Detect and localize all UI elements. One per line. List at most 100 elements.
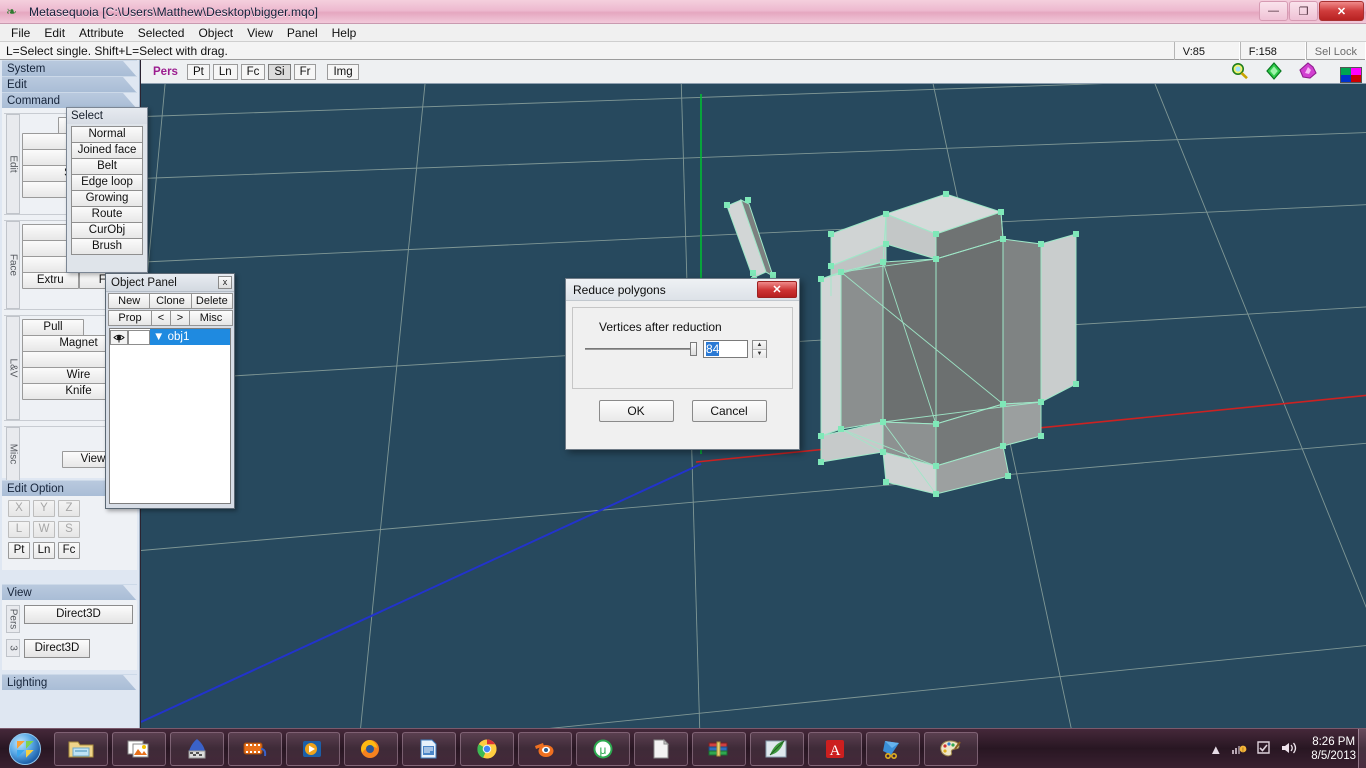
object-panel-close-button[interactable]: x — [218, 276, 232, 289]
edit-option-y[interactable]: Y — [33, 500, 55, 517]
select-route-button[interactable]: Route — [71, 206, 143, 223]
object-lock-cell[interactable] — [128, 329, 150, 345]
close-button[interactable]: ✕ — [1319, 1, 1364, 21]
select-brush-button[interactable]: Brush — [71, 238, 143, 255]
taskbar-item-libreoffice-writer[interactable] — [402, 731, 456, 766]
select-normal-button[interactable]: Normal — [71, 126, 143, 143]
command-group-misc-tab[interactable]: Misc — [6, 427, 20, 481]
object-next-button[interactable]: > — [170, 310, 190, 326]
object-list-item-label[interactable]: ▼ obj1 — [150, 329, 230, 345]
material-color-swatch[interactable] — [1340, 67, 1362, 83]
taskbar-item-adobe-reader[interactable]: A — [808, 731, 862, 766]
panel-header-command[interactable]: Command — [2, 92, 137, 109]
taskbar-item-utorrent[interactable]: μ — [576, 731, 630, 766]
view-pers-renderer-button[interactable]: Direct3D — [24, 605, 133, 624]
select-belt-button[interactable]: Belt — [71, 158, 143, 175]
object-delete-button[interactable]: Delete — [190, 293, 233, 309]
object-misc-button[interactable]: Misc — [189, 310, 233, 326]
taskbar-item-blender[interactable] — [518, 731, 572, 766]
command-group-edit-tab[interactable]: Edit — [6, 114, 20, 214]
taskbar-item-media-player[interactable] — [286, 731, 340, 766]
taskbar-item-libreoffice-start[interactable] — [634, 731, 688, 766]
vertices-value-input[interactable]: 84 — [703, 340, 748, 358]
menu-help[interactable]: Help — [325, 25, 364, 41]
edit-option-pt[interactable]: Pt — [8, 542, 30, 559]
object-prev-button[interactable]: < — [151, 310, 171, 326]
menu-object[interactable]: Object — [191, 25, 240, 41]
volume-icon[interactable] — [1281, 741, 1298, 758]
taskbar-item-movie-maker[interactable] — [228, 731, 282, 766]
show-hidden-icons-button[interactable]: ▲ — [1209, 742, 1222, 757]
action-center-icon[interactable] — [1256, 740, 1272, 758]
taskbar-item-windows-explorer[interactable] — [54, 731, 108, 766]
edit-option-x[interactable]: X — [8, 500, 30, 517]
sel-lock-toggle[interactable]: Sel Lock — [1305, 42, 1366, 60]
menu-edit[interactable]: Edit — [37, 25, 72, 41]
start-button[interactable] — [0, 730, 50, 768]
tab-fr[interactable]: Fr — [293, 63, 317, 80]
select-curobj-button[interactable]: CurObj — [71, 222, 143, 239]
select-joined-face-button[interactable]: Joined face — [71, 142, 143, 159]
object-prop-button[interactable]: Prop — [108, 310, 152, 326]
command-group-lv-tab[interactable]: L&V — [6, 316, 20, 420]
edit-option-l[interactable]: L — [8, 521, 30, 538]
taskbar-item-metasequoia[interactable] — [750, 731, 804, 766]
cancel-button[interactable]: Cancel — [691, 400, 767, 422]
menu-file[interactable]: File — [4, 25, 37, 41]
edit-option-ln[interactable]: Ln — [33, 542, 55, 559]
menu-panel[interactable]: Panel — [280, 25, 325, 41]
edit-option-fc[interactable]: Fc — [58, 542, 80, 559]
minimize-button[interactable]: — — [1259, 1, 1288, 21]
taskbar-clock[interactable]: 8:26 PM 8/5/2013 — [1307, 735, 1356, 763]
view-pers-tab[interactable]: Pers — [6, 605, 20, 633]
select-edge-loop-button[interactable]: Edge loop — [71, 174, 143, 191]
object-expander-icon[interactable]: ▼ — [153, 331, 164, 343]
taskbar-item-wizard-app[interactable] — [170, 731, 224, 766]
view-second-tab[interactable]: 3 — [6, 639, 20, 657]
edit-option-w[interactable]: W — [33, 521, 55, 538]
tab-img[interactable]: Img — [327, 63, 359, 80]
taskbar-item-winrar[interactable] — [692, 731, 746, 766]
dialog-close-button[interactable]: ✕ — [757, 281, 797, 298]
select-growing-button[interactable]: Growing — [71, 190, 143, 207]
slider-thumb[interactable] — [690, 342, 697, 356]
reduction-slider[interactable] — [585, 342, 697, 356]
cmd-pull[interactable]: Pull — [22, 319, 84, 336]
menubar: File Edit Attribute Selected Object View… — [0, 24, 1366, 42]
view-second-renderer-button[interactable]: Direct3D — [24, 639, 90, 658]
eye-icon[interactable] — [110, 329, 128, 345]
spinner-down-icon[interactable]: ▼ — [753, 350, 766, 358]
panel-header-lighting[interactable]: Lighting — [2, 674, 137, 691]
tab-ln[interactable]: Ln — [212, 63, 238, 80]
spinner-up-icon[interactable]: ▲ — [753, 341, 766, 350]
menu-selected[interactable]: Selected — [131, 25, 192, 41]
taskbar-item-paint[interactable] — [924, 731, 978, 766]
tab-si[interactable]: Si — [268, 63, 291, 80]
ok-button[interactable]: OK — [598, 400, 674, 422]
panel-header-system[interactable]: System — [2, 60, 137, 77]
panel-header-edit[interactable]: Edit — [2, 76, 137, 93]
menu-view[interactable]: View — [240, 25, 280, 41]
panel-header-view[interactable]: View — [2, 584, 137, 601]
edit-option-s[interactable]: S — [58, 521, 80, 538]
metasequoia-leaf-icon — [765, 740, 787, 757]
taskbar-item-image-viewer[interactable] — [112, 731, 166, 766]
object-list-item[interactable]: ▼ obj1 — [110, 329, 230, 345]
show-desktop-button[interactable] — [1358, 729, 1366, 768]
cmd-extrude[interactable]: Extru — [22, 272, 79, 289]
object-list[interactable]: ▼ obj1 — [109, 328, 231, 504]
tab-pt[interactable]: Pt — [186, 63, 210, 80]
restore-button[interactable]: ❐ — [1289, 1, 1318, 21]
taskbar-item-firefox[interactable] — [344, 731, 398, 766]
taskbar-item-google-chrome[interactable] — [460, 731, 514, 766]
network-icon[interactable]: ! — [1231, 741, 1247, 758]
menu-attribute[interactable]: Attribute — [72, 25, 131, 41]
edit-option-z[interactable]: Z — [58, 500, 80, 517]
tab-fc[interactable]: Fc — [240, 63, 266, 80]
object-new-button[interactable]: New — [108, 293, 151, 309]
object-clone-button[interactable]: Clone — [149, 293, 192, 309]
explorer-icon — [68, 741, 94, 757]
taskbar-item-papercraft[interactable] — [866, 731, 920, 766]
tab-pers[interactable]: Pers — [147, 64, 184, 80]
command-group-face-tab[interactable]: Face — [6, 221, 20, 309]
